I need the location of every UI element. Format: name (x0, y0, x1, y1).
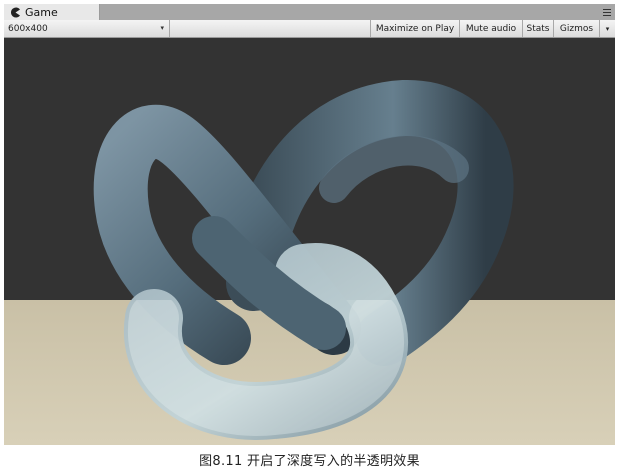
mute-audio-label: Mute audio (465, 23, 517, 34)
tab-menu-icon[interactable] (601, 6, 613, 18)
game-window: Game 600x400 ▾ Maximize on Play Mute aud… (4, 4, 615, 445)
maximize-on-play-label: Maximize on Play (375, 23, 455, 34)
tab-strip: Game (4, 4, 615, 20)
stats-label: Stats (526, 23, 550, 34)
chevron-down-icon: ▾ (605, 24, 610, 33)
scene-render (4, 38, 615, 445)
mute-audio-toggle[interactable]: Mute audio (459, 20, 522, 37)
pacman-game-icon (9, 6, 21, 18)
maximize-on-play-toggle[interactable]: Maximize on Play (370, 20, 459, 37)
chevron-down-icon: ▾ (160, 24, 164, 32)
tab-game[interactable]: Game (4, 4, 100, 20)
tab-title: Game (25, 5, 58, 19)
resolution-dropdown[interactable]: 600x400 ▾ (4, 20, 170, 37)
resolution-value: 600x400 (8, 23, 48, 34)
game-viewport[interactable] (4, 38, 615, 445)
figure-caption: 图8.11 开启了深度写入的半透明效果 (199, 454, 420, 469)
stats-toggle[interactable]: Stats (522, 20, 553, 37)
gizmos-dropdown-button[interactable]: ▾ (599, 20, 615, 37)
game-toolbar: 600x400 ▾ Maximize on Play Mute audio St… (4, 20, 615, 38)
gizmos-toggle[interactable]: Gizmos (553, 20, 599, 37)
gizmos-label: Gizmos (559, 23, 594, 34)
